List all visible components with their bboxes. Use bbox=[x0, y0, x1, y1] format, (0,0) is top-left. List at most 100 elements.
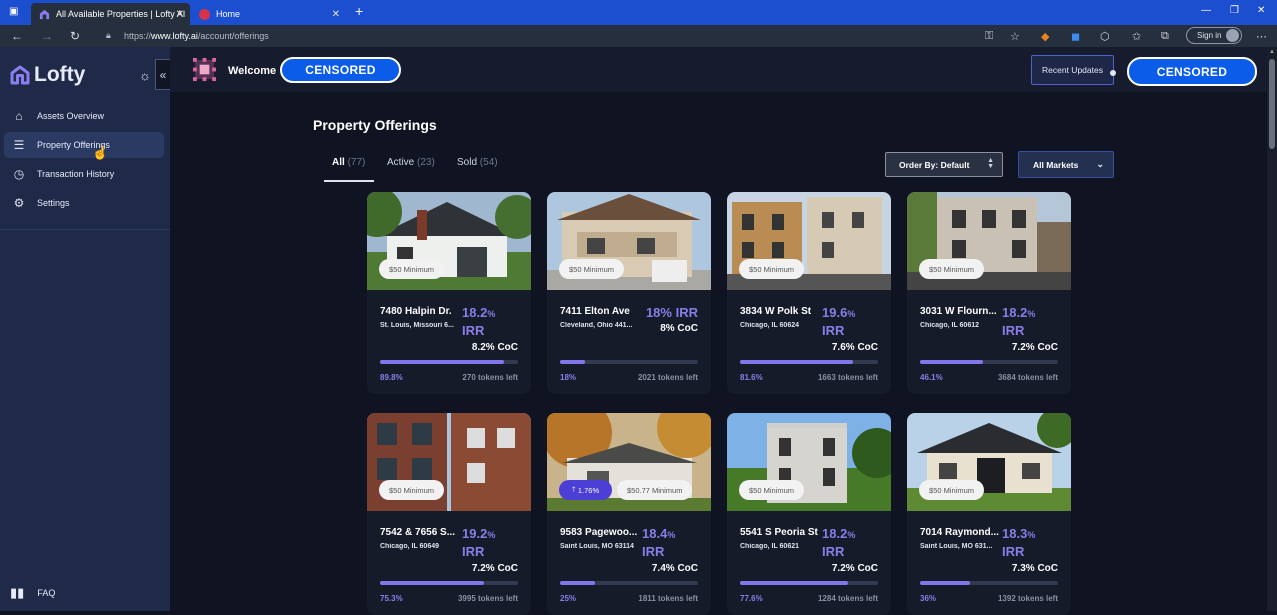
lock-icon: 🔒︎ bbox=[106, 30, 111, 40]
profile-avatar-icon bbox=[1226, 29, 1239, 42]
sidebar-item-settings[interactable]: ⚙ Settings bbox=[4, 190, 164, 216]
appreciation-badge: 🡑 1.76% bbox=[559, 480, 612, 500]
url-path: /account/offerings bbox=[197, 31, 269, 41]
minimize-icon[interactable]: — bbox=[1201, 5, 1211, 16]
reload-icon[interactable]: ↻ bbox=[70, 29, 80, 43]
favorites-icon[interactable]: ✩ bbox=[1132, 30, 1141, 43]
new-tab-icon[interactable]: + bbox=[355, 3, 363, 19]
tab-all[interactable]: All (77) bbox=[332, 157, 365, 168]
metamask-extension-icon[interactable]: ◆ bbox=[1041, 30, 1049, 43]
minimum-badge: $50 Minimum bbox=[379, 480, 445, 500]
property-city: Chicago, IL 60621 bbox=[740, 543, 800, 550]
minimum-badge: $50 Minimum bbox=[739, 259, 805, 279]
irr-percent: % bbox=[1027, 309, 1036, 319]
irr-number: 18.4 bbox=[642, 526, 668, 541]
browser-tab-active[interactable]: All Available Properties | Lofty AI ✕ bbox=[31, 3, 190, 25]
irr-value: 18.3% bbox=[1002, 525, 1064, 544]
funding-progress-bar bbox=[380, 581, 518, 585]
funded-percent: 36% bbox=[920, 594, 937, 603]
url-host: www.lofty.ai bbox=[151, 31, 198, 41]
censored-account-button[interactable]: CENSORED bbox=[1127, 57, 1257, 86]
chevron-down-icon: ⌄ bbox=[1096, 159, 1104, 169]
tab-label: All bbox=[332, 157, 345, 168]
property-card[interactable]: $50 Minimum 7411 Elton Ave Cleveland, Ohio… bbox=[547, 192, 711, 394]
property-card[interactable]: 🡑 1.76% $50.77 Minimum 9583 Pagewoo... Sain… bbox=[547, 413, 711, 615]
markets-dropdown[interactable]: All Markets ⌄ bbox=[1018, 151, 1114, 178]
top-bar: Welcome CENSORED Recent Updates CENSORED bbox=[170, 47, 1267, 92]
property-city: Chicago, IL 60624 bbox=[740, 322, 800, 329]
property-address: 3834 W Polk St bbox=[740, 306, 812, 317]
lofty-logo[interactable]: Lofty bbox=[10, 63, 85, 87]
tokens-left: 1284 tokens left bbox=[817, 594, 878, 603]
coc-value: 7.2% CoC bbox=[471, 563, 518, 574]
key-icon[interactable]: ⚿ bbox=[985, 30, 993, 43]
irr-number: 18.2 bbox=[822, 526, 848, 541]
scrollbar-thumb[interactable] bbox=[1269, 59, 1275, 149]
property-city: Chicago, IL 60612 bbox=[920, 322, 980, 329]
property-card[interactable]: $50 Minimum 3031 W Flourn... Chicago, IL 6… bbox=[907, 192, 1071, 394]
sidebar-item-label: Assets Overview bbox=[37, 111, 105, 121]
more-menu-icon[interactable]: ⋯ bbox=[1256, 30, 1267, 43]
markets-label: All Markets bbox=[1033, 159, 1079, 170]
property-card[interactable]: $50 Minimum 5541 S Peoria St Chicago, IL 6… bbox=[727, 413, 891, 615]
sidebar-divider bbox=[0, 229, 170, 230]
property-card[interactable]: $50 Minimum 7014 Raymond... Saint Louis, M… bbox=[907, 413, 1071, 615]
sign-in-button[interactable]: Sign in bbox=[1186, 27, 1242, 44]
forward-icon[interactable]: → bbox=[41, 29, 53, 43]
property-card[interactable]: $50 Minimum 3834 W Polk St Chicago, IL 606… bbox=[727, 192, 891, 394]
property-address: 7480 Halpin Dr. bbox=[380, 306, 452, 317]
page-scrollbar[interactable]: ▲ bbox=[1267, 47, 1277, 611]
url-prefix: https:// bbox=[124, 31, 152, 41]
irr-number: 18.2 bbox=[462, 305, 488, 320]
sidebar-item-property-offerings[interactable]: ☰ Property Offerings bbox=[4, 132, 164, 158]
coc-value: 7.2% CoC bbox=[1011, 342, 1058, 353]
user-avatar-icon[interactable] bbox=[192, 57, 217, 82]
favorite-add-icon[interactable]: ☆ bbox=[1010, 30, 1020, 43]
scroll-up-icon[interactable]: ▲ bbox=[1269, 49, 1275, 55]
order-by-select[interactable]: Order By: Default ▲ ▼ bbox=[885, 152, 1003, 177]
sidebar-item-assets-overview[interactable]: ⌂ Assets Overview bbox=[4, 103, 164, 129]
property-card[interactable]: $50 Minimum 7542 & 7656 S... Chicago, IL 6… bbox=[367, 413, 531, 615]
faq-label: FAQ bbox=[37, 588, 56, 598]
tab-label: Active bbox=[387, 157, 415, 168]
irr-value: 18% IRR bbox=[646, 305, 698, 320]
collapse-sidebar-button[interactable]: « bbox=[155, 59, 171, 90]
tab-actions-icon[interactable]: ▣ bbox=[9, 6, 18, 17]
property-address: 7411 Elton Ave bbox=[560, 306, 630, 317]
tab-sold[interactable]: Sold (54) bbox=[457, 157, 498, 168]
clock-icon: ◷ bbox=[13, 167, 25, 181]
order-by-label: Order By: bbox=[899, 159, 939, 170]
url-field[interactable]: 🔒︎ https://www.lofty.ai/account/offering… bbox=[102, 28, 992, 44]
collections-icon[interactable]: ⧉ bbox=[1161, 30, 1169, 43]
back-icon[interactable]: ← bbox=[11, 29, 23, 43]
property-card[interactable]: $50 Minimum 7480 Halpin Dr. St. Louis, Mis… bbox=[367, 192, 531, 394]
theme-toggle-sun-icon[interactable]: ☼ bbox=[139, 68, 151, 83]
sidebar-item-transaction-history[interactable]: ◷ Transaction History bbox=[4, 161, 164, 187]
welcome-text: Welcome bbox=[228, 65, 277, 77]
home-icon: ⌂ bbox=[15, 109, 23, 123]
sidebar: Lofty ☼ « ⌂ Assets Overview ☰ Property O… bbox=[0, 47, 171, 611]
close-tab-icon[interactable]: ✕ bbox=[332, 9, 340, 20]
funding-progress-bar bbox=[740, 360, 878, 364]
sidebar-item-label: Transaction History bbox=[37, 169, 115, 179]
property-address: 7542 & 7656 S... bbox=[380, 527, 456, 538]
tab-active[interactable]: Active (23) bbox=[387, 157, 435, 168]
main-content: Property Offerings All (77) Active (23) … bbox=[170, 92, 1267, 615]
irr-number: 18.3 bbox=[1002, 526, 1028, 541]
minimum-badge: $50 Minimum bbox=[559, 259, 625, 279]
restore-icon[interactable]: ❐ bbox=[1230, 5, 1239, 16]
tokens-left: 270 tokens left bbox=[462, 373, 518, 382]
sidebar-item-faq[interactable]: ▮▮ FAQ bbox=[10, 585, 55, 601]
active-tab-indicator bbox=[324, 180, 374, 182]
close-window-icon[interactable]: ✕ bbox=[1257, 5, 1265, 16]
funding-progress-fill bbox=[560, 360, 585, 364]
close-tab-icon[interactable]: ✕ bbox=[176, 9, 184, 20]
notification-dot bbox=[1110, 70, 1116, 76]
browser-tab-home[interactable]: Home ✕ bbox=[191, 3, 346, 25]
irr-label: IRR bbox=[462, 544, 485, 559]
extension-shield-icon[interactable]: ◼ bbox=[1071, 30, 1080, 43]
recent-updates-button[interactable]: Recent Updates bbox=[1031, 55, 1114, 85]
extensions-icon[interactable]: ⬡ bbox=[1100, 30, 1110, 43]
minimum-badge: $50.77 Minimum bbox=[617, 480, 693, 500]
funded-percent: 25% bbox=[560, 594, 577, 603]
